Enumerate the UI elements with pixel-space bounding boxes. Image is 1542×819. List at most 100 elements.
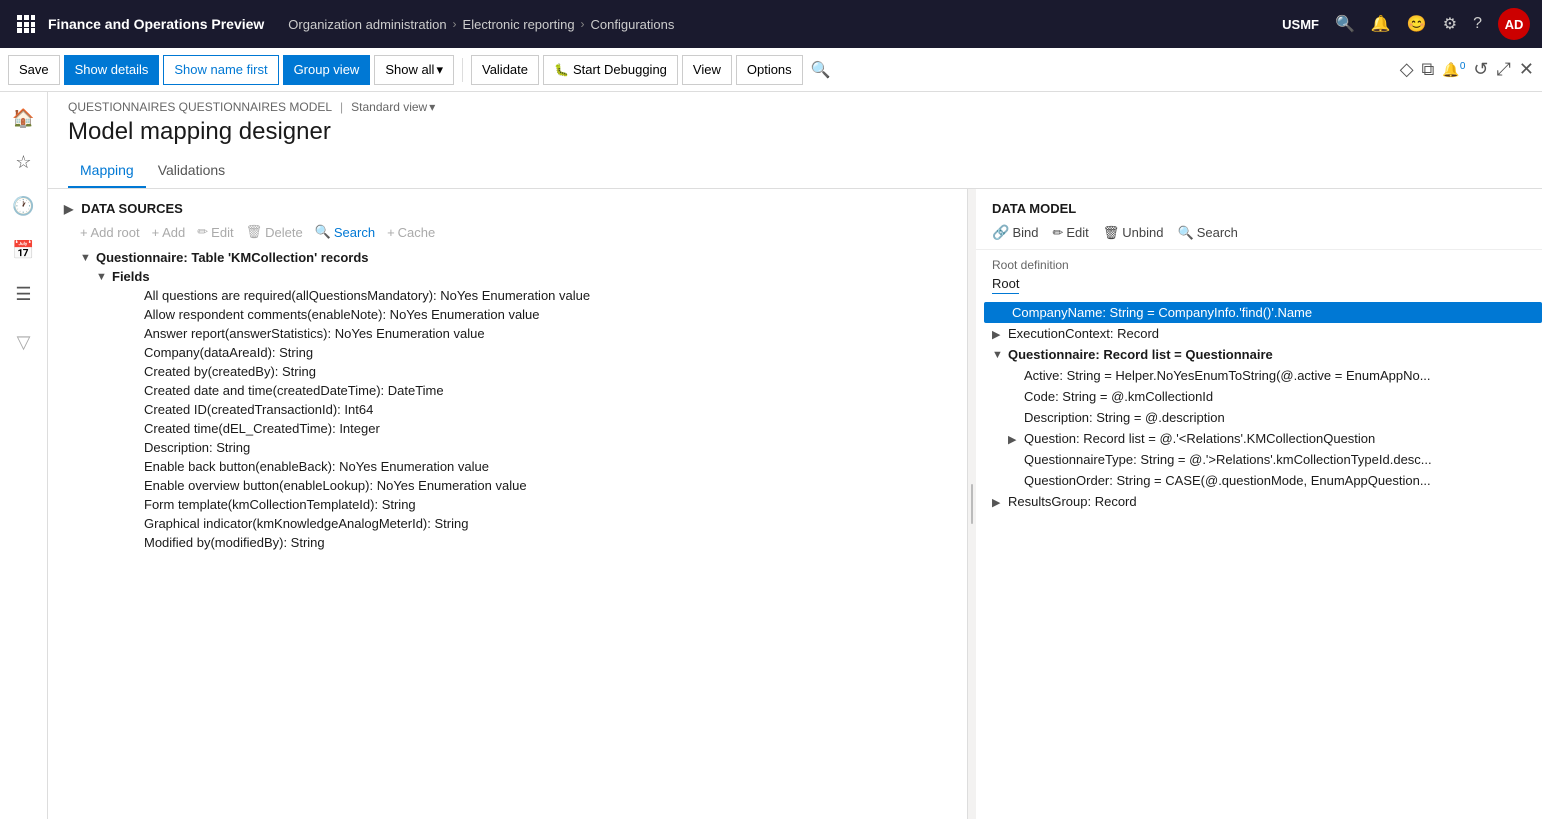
tree-item-12[interactable]: Form template(kmCollectionTemplateId): S… <box>64 495 967 514</box>
questionnaire-dm-label: Questionnaire: Record list = Questionnai… <box>1008 347 1273 362</box>
questionnaire-expand-icon[interactable]: ▼ <box>80 250 96 264</box>
popout-icon[interactable]: ⤢ <box>1497 59 1511 80</box>
settings-icon[interactable]: ⚙ <box>1443 14 1457 34</box>
breadcrumb-config[interactable]: Configurations <box>591 17 675 32</box>
questionnaire-dm-expand-icon[interactable]: ▼ <box>992 347 1008 361</box>
fields-expand-icon[interactable]: ▼ <box>96 269 112 283</box>
tree-item-2[interactable]: Allow respondent comments(enableNote): N… <box>64 305 967 324</box>
left-pane-content: ▼ Questionnaire: Table 'KMCollection' re… <box>48 248 967 807</box>
execcontext-expand-icon[interactable]: ▶ <box>992 326 1008 341</box>
dm-item-question[interactable]: ▶ Question: Record list = @.'<Relations'… <box>984 428 1542 449</box>
show-all-button[interactable]: Show all ▾ <box>374 55 454 85</box>
dm-item-questionnairetype[interactable]: QuestionnaireType: String = @.'>Relation… <box>984 449 1542 470</box>
resultsgroup-expand-icon[interactable]: ▶ <box>992 494 1008 509</box>
dm-item-description[interactable]: Description: String = @.description <box>984 407 1542 428</box>
tree-item-fields[interactable]: ▼ Fields <box>64 267 967 286</box>
sidebar-calendar-icon[interactable]: 📅 <box>6 232 42 268</box>
start-debugging-button[interactable]: 🐛 Start Debugging <box>543 55 678 85</box>
page-title: Model mapping designer <box>68 118 1522 154</box>
search-icon[interactable]: 🔍 <box>1335 14 1355 34</box>
add-button[interactable]: + Add <box>152 225 186 240</box>
cache-button[interactable]: + Cache <box>387 225 435 240</box>
tree-item-13[interactable]: Graphical indicator(kmKnowledgeAnalogMet… <box>64 514 967 533</box>
expand-icon[interactable]: ⧉ <box>1422 59 1435 80</box>
tab-mapping[interactable]: Mapping <box>68 154 146 188</box>
dm-item-code[interactable]: Code: String = @.kmCollectionId <box>984 386 1542 407</box>
show-details-button[interactable]: Show details <box>64 55 160 85</box>
tree-item-10[interactable]: Enable back button(enableBack): NoYes En… <box>64 457 967 476</box>
tree-item-8[interactable]: Created time(dEL_CreatedTime): Integer <box>64 419 967 438</box>
bind-button[interactable]: 🔗 Bind <box>992 224 1038 241</box>
help-icon[interactable]: ? <box>1473 15 1482 33</box>
search-button[interactable]: 🔍 Search <box>315 224 375 240</box>
add-root-button[interactable]: + Add root <box>80 225 140 240</box>
group-view-button[interactable]: Group view <box>283 55 371 85</box>
sidebar-clock-icon[interactable]: 🕐 <box>6 188 42 224</box>
delete-trash-icon: 🗑 <box>246 224 263 240</box>
dm-search-button[interactable]: 🔍 Search <box>1178 225 1238 241</box>
search-magnify-icon: 🔍 <box>315 224 331 240</box>
diamond-icon[interactable]: ◇ <box>1400 59 1414 80</box>
show-name-first-button[interactable]: Show name first <box>163 55 278 85</box>
tab-validations[interactable]: Validations <box>146 154 237 188</box>
tree-item-questionnaire[interactable]: ▼ Questionnaire: Table 'KMCollection' re… <box>64 248 967 267</box>
company-selector[interactable]: USMF <box>1282 17 1319 32</box>
standard-view-chevron: ▾ <box>429 100 435 114</box>
tree-item-9[interactable]: Description: String <box>64 438 967 457</box>
left-pane-toolbar: + Add root + Add ✏ Edit 🗑 Delete 🔍 Searc… <box>48 224 967 248</box>
badge-icon[interactable]: 🔔0 <box>1442 61 1465 79</box>
sidebar-filter-icon[interactable]: ▽ <box>6 324 42 360</box>
breadcrumb-org[interactable]: Organization administration <box>288 17 446 32</box>
breadcrumb-er[interactable]: Electronic reporting <box>463 17 575 32</box>
sidebar-home-icon[interactable]: 🏠 <box>6 100 42 136</box>
dm-item-active[interactable]: Active: String = Helper.NoYesEnumToStrin… <box>984 365 1542 386</box>
dm-item-execcontext[interactable]: ▶ ExecutionContext: Record <box>984 323 1542 344</box>
save-button[interactable]: Save <box>8 55 60 85</box>
edit-button[interactable]: ✏ Edit <box>197 224 233 240</box>
unbind-trash-icon: 🗑 <box>1103 225 1120 241</box>
dm-edit-button[interactable]: ✏ Edit <box>1052 225 1088 241</box>
dm-item-questionnaire[interactable]: ▼ Questionnaire: Record list = Questionn… <box>984 344 1542 365</box>
tree-item-7[interactable]: Created ID(createdTransactionId): Int64 <box>64 400 967 419</box>
view-button[interactable]: View <box>682 55 732 85</box>
companyname-label: CompanyName: String = CompanyInfo.'find(… <box>1012 305 1312 320</box>
close-icon[interactable]: ✕ <box>1519 59 1534 80</box>
unbind-button[interactable]: 🗑 Unbind <box>1103 225 1164 241</box>
toolbar-search-icon[interactable]: 🔍 <box>811 60 831 80</box>
notifications-icon[interactable]: 🔔 <box>1371 14 1391 34</box>
description-label: Description: String = @.description <box>1024 410 1225 425</box>
tree-item-6[interactable]: Created date and time(createdDateTime): … <box>64 381 967 400</box>
refresh-icon[interactable]: ↺ <box>1473 59 1488 80</box>
dm-item-companyname[interactable]: CompanyName: String = CompanyInfo.'find(… <box>984 302 1542 323</box>
split-divider[interactable] <box>968 189 976 819</box>
questionorder-label: QuestionOrder: String = CASE(@.questionM… <box>1024 473 1431 488</box>
breadcrumb-part2[interactable]: Standard view ▾ <box>351 100 435 114</box>
top-nav: Finance and Operations Preview Organizat… <box>0 0 1542 48</box>
companyname-expand-icon <box>996 305 1012 307</box>
avatar[interactable]: AD <box>1498 8 1530 40</box>
questionnairetype-label: QuestionnaireType: String = @.'>Relation… <box>1024 452 1432 467</box>
sidebar-star-icon[interactable]: ☆ <box>6 144 42 180</box>
delete-button[interactable]: 🗑 Delete <box>246 224 303 240</box>
emoji-icon[interactable]: 😊 <box>1407 14 1427 34</box>
questionnaire-label: Questionnaire: Table 'KMCollection' reco… <box>96 250 967 265</box>
tabs: Mapping Validations <box>48 154 1542 189</box>
validate-button[interactable]: Validate <box>471 55 539 85</box>
grid-menu-icon[interactable] <box>12 10 40 38</box>
tree-item-5[interactable]: Created by(createdBy): String <box>64 362 967 381</box>
options-button[interactable]: Options <box>736 55 803 85</box>
tree-item-1[interactable]: All questions are required(allQuestionsM… <box>64 286 967 305</box>
toolbar-divider-1 <box>462 58 463 82</box>
tree-item-11[interactable]: Enable overview button(enableLookup): No… <box>64 476 967 495</box>
sidebar-list-icon[interactable]: ☰ <box>6 276 42 312</box>
tree-item-4[interactable]: Company(dataAreaId): String <box>64 343 967 362</box>
tree-item-14[interactable]: Modified by(modifiedBy): String <box>64 533 967 552</box>
question-expand-icon[interactable]: ▶ <box>1008 431 1024 446</box>
right-pane-data-model: DATA MODEL 🔗 Bind ✏ Edit 🗑 Unbind <box>976 189 1542 819</box>
ds-expand-icon[interactable]: ▶ <box>64 202 73 216</box>
top-nav-right: USMF 🔍 🔔 😊 ⚙ ? AD <box>1282 8 1530 40</box>
dm-item-questionorder[interactable]: QuestionOrder: String = CASE(@.questionM… <box>984 470 1542 491</box>
dm-item-resultsgroup[interactable]: ▶ ResultsGroup: Record <box>984 491 1542 512</box>
main-toolbar: Save Show details Show name first Group … <box>0 48 1542 92</box>
tree-item-3[interactable]: Answer report(answerStatistics): NoYes E… <box>64 324 967 343</box>
